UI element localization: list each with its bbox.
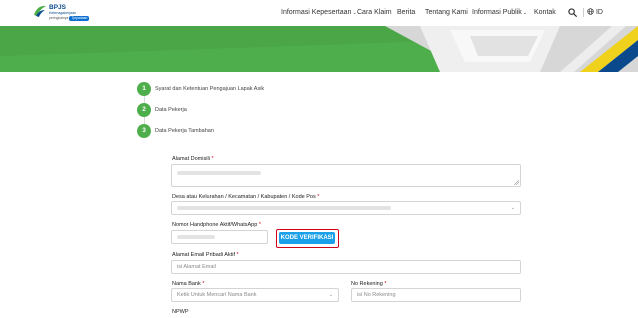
nama-bank-select[interactable]: Ketik Untuk Mencari Nama Bank ⌄ bbox=[171, 288, 339, 302]
step-syarat[interactable]: 1 Syarat dan Ketentuan Pengajuan Lapak A… bbox=[137, 82, 437, 96]
chevron-down-icon: ⌄ bbox=[510, 205, 515, 211]
step-number: 2 bbox=[137, 103, 151, 117]
nav-label: Informasi Publik bbox=[472, 9, 522, 16]
nomor-hp-label: Nomor Handphone Aktif/WhatsApp * bbox=[172, 222, 261, 229]
bpjs-logo-icon bbox=[34, 5, 46, 17]
banner-artwork bbox=[0, 26, 638, 72]
required-mark: * bbox=[384, 281, 387, 287]
kode-verifikasi-highlight: KODE VERIFIKASI bbox=[276, 229, 339, 248]
email-label: Alamat Email Pribadi Aktif * bbox=[172, 252, 239, 259]
brand-subtitle: Ketenagakerjaan bbox=[49, 10, 77, 15]
nav-tentang-kami[interactable]: Tentang Kami bbox=[425, 8, 468, 17]
nav-label: Kontak bbox=[534, 9, 556, 16]
desa-label: Desa atau Kelurahan / Kecamatan / Kabupa… bbox=[172, 194, 319, 201]
required-mark: * bbox=[317, 194, 320, 200]
step-number: 3 bbox=[137, 124, 151, 138]
nav-label: Berita bbox=[397, 9, 416, 16]
label-text: No Rekening bbox=[351, 281, 383, 287]
label-text: Nomor Handphone Aktif/WhatsApp bbox=[172, 222, 258, 228]
no-rekening-placeholder: isi No Rekening bbox=[357, 292, 396, 298]
nav-cara-klaim[interactable]: Cara Klaim bbox=[357, 8, 392, 17]
step-label: Syarat dan Ketentuan Pengajuan Lapak Asi… bbox=[155, 86, 265, 92]
step-label: Data Pekerja Tambahan bbox=[155, 128, 214, 134]
npwp-label: NPWP bbox=[172, 309, 189, 316]
no-rekening-input[interactable]: isi No Rekening bbox=[351, 288, 521, 302]
language-label: ID bbox=[595, 9, 603, 16]
nav-kontak[interactable]: Kontak bbox=[534, 8, 556, 17]
brand-tagline: peringkatnya Tjepadaan bbox=[49, 15, 90, 21]
step-data-pekerja[interactable]: 2 Data Pekerja bbox=[137, 103, 437, 117]
kode-verifikasi-button[interactable]: KODE VERIFIKASI bbox=[279, 232, 335, 244]
nomor-hp-input[interactable] bbox=[171, 230, 268, 244]
alamat-domisili-textarea[interactable] bbox=[171, 164, 521, 187]
required-mark: * bbox=[211, 156, 214, 162]
desa-select[interactable]: ⌄ bbox=[171, 201, 521, 215]
chevron-down-icon: ⌄ bbox=[328, 292, 333, 298]
no-rekening-label: No Rekening * bbox=[351, 281, 386, 288]
nav-label: Tentang Kami bbox=[425, 9, 468, 16]
nama-bank-label: Nama Bank * bbox=[172, 281, 204, 288]
redacted-value bbox=[177, 206, 391, 210]
step-number: 1 bbox=[137, 82, 151, 96]
nav-informasi-kepesertaan[interactable]: Informasi Kepesertaan⌄ bbox=[281, 8, 357, 18]
required-mark: * bbox=[258, 222, 261, 228]
nav-informasi-publik[interactable]: Informasi Publik⌄ bbox=[472, 8, 527, 18]
label-text: Alamat Domisili bbox=[172, 156, 210, 162]
nama-bank-placeholder: Ketik Untuk Mencari Nama Bank bbox=[177, 292, 257, 298]
step-data-pekerja-tambahan[interactable]: 3 Data Pekerja Tambahan bbox=[137, 124, 437, 138]
nav-divider bbox=[583, 8, 584, 17]
redacted-value bbox=[177, 171, 261, 175]
globe-icon bbox=[587, 8, 594, 15]
chevron-down-icon: ⌄ bbox=[352, 10, 357, 16]
site-header: BPJS Ketenagakerjaan peringkatnya Tjepada… bbox=[0, 0, 638, 26]
email-input[interactable]: isi Alamat Email bbox=[171, 260, 521, 274]
nav-berita[interactable]: Berita bbox=[397, 8, 415, 17]
brand-tagline-prefix: peringkatnya bbox=[49, 15, 69, 20]
resize-handle-icon bbox=[514, 180, 519, 185]
alamat-domisili-label: Alamat Domisili * bbox=[172, 156, 214, 163]
step-label: Data Pekerja bbox=[155, 107, 187, 113]
required-mark: * bbox=[202, 281, 205, 287]
label-text: NPWP bbox=[172, 309, 189, 315]
hero-banner bbox=[0, 26, 638, 72]
brand-tagline-pill: Tjepadaan bbox=[69, 15, 90, 21]
nav-label: Informasi Kepesertaan bbox=[281, 9, 352, 16]
chevron-down-icon: ⌄ bbox=[522, 10, 527, 16]
email-placeholder: isi Alamat Email bbox=[177, 264, 216, 270]
search-icon[interactable] bbox=[568, 8, 577, 17]
bpjs-logo[interactable]: BPJS Ketenagakerjaan peringkatnya Tjepada… bbox=[33, 4, 93, 22]
required-mark: * bbox=[236, 252, 239, 258]
language-switch[interactable]: ID bbox=[587, 8, 603, 17]
redacted-value bbox=[177, 235, 215, 239]
label-text: Nama Bank bbox=[172, 281, 201, 287]
label-text: Alamat Email Pribadi Aktif bbox=[172, 252, 235, 258]
label-text: Desa atau Kelurahan / Kecamatan / Kabupa… bbox=[172, 194, 316, 200]
nav-label: Cara Klaim bbox=[357, 9, 392, 16]
